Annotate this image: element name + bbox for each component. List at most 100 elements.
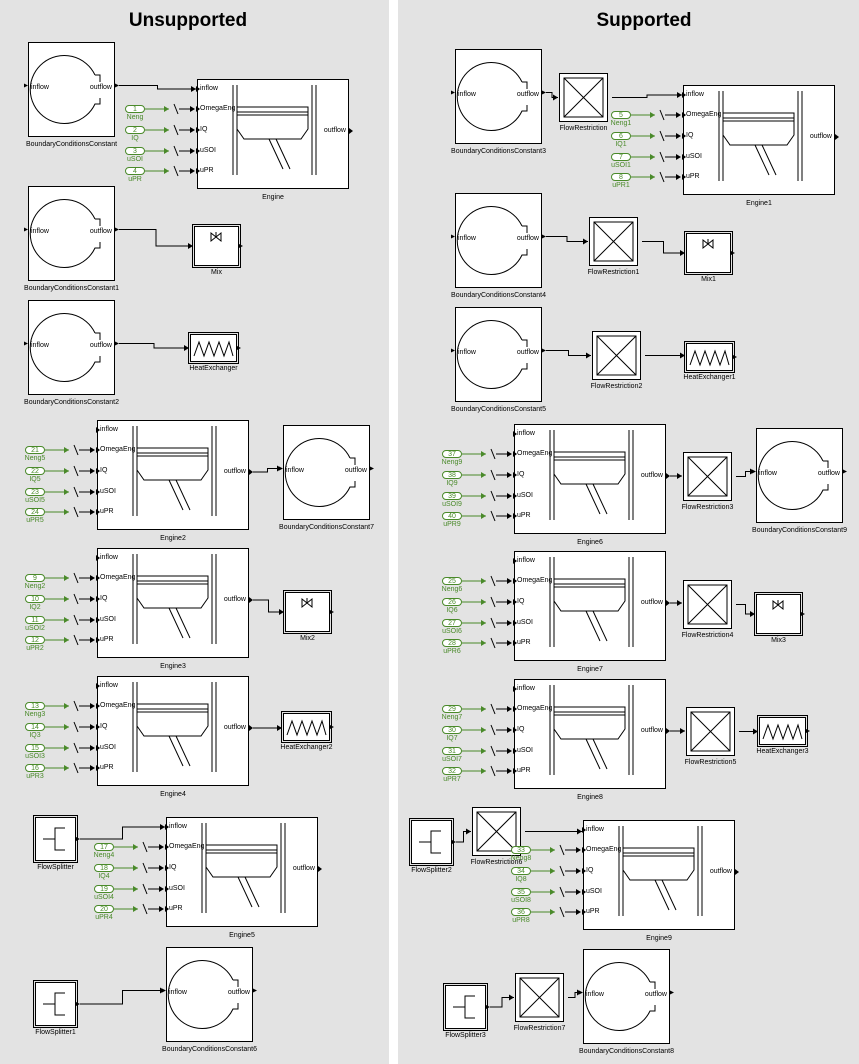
upr-port-label: uPR [517,512,531,519]
signal-arrow [481,599,486,605]
signal-arrow [650,154,655,160]
conversion-tick [490,765,496,777]
engine-3-block: inflow OmegaEng IQ uSOI uPR outflow [96,548,253,658]
inflow-port-label: inflow [31,83,49,91]
outflow-port-label: outflow [640,727,663,734]
engine-3-name-label: Engine3 [160,663,186,670]
conversion-tick [73,486,79,498]
boundary-conditions-constant-3-name-label: BoundaryConditionsConstant3 [451,148,546,155]
usoi-port-label: uSOI [100,488,116,495]
iq-port-label: IQ [586,867,594,874]
outflow-port-label: outflow [223,468,246,475]
outflow-port-label: outflow [323,127,346,134]
flow-line-head [680,250,685,256]
input-signal-label: uPR5 [26,517,44,524]
boundary-conditions-constant-7-name-label: BoundaryConditionsConstant7 [279,524,374,531]
flow-restriction-icon [563,77,604,118]
outflow-port-label: outflow [516,348,539,356]
input-port-12: 12 [25,636,45,644]
signal-arrow [64,447,69,453]
flow-line [80,990,165,1005]
flow-restriction-2-block [592,331,641,380]
signal-arrow [159,865,164,871]
conversion-tick [490,724,496,736]
engine-name-label: Engine [262,194,284,201]
flow-line-head [188,243,193,249]
inflow-port-label: inflow [169,988,187,996]
inflow-port-label: inflow [100,426,118,433]
input-port-10: 10 [25,595,45,603]
signal-arrow [481,513,486,519]
flow-line [546,350,591,356]
input-port-7: 7 [611,153,631,161]
flow-restriction-3-block [683,452,732,501]
flow-line-head [753,728,758,735]
input-signal-label: uSOI9 [442,501,462,508]
iq-port-label: IQ [517,471,525,478]
signal-arrow [64,617,69,623]
flow-restriction-icon [687,584,728,625]
signal-arrow [90,637,95,643]
mix-1-name-label: Mix1 [701,276,716,283]
outflow-port-label: outflow [640,472,663,479]
upr-port-label: uPR [517,639,531,646]
engine-6-name-label: Engine6 [577,539,603,546]
input-signal-label: IQ7 [446,735,458,742]
input-port-18: 18 [94,864,114,872]
signal-arrow [550,909,555,915]
input-signal-label: uSOI3 [25,753,45,760]
signal-arrow [90,509,95,515]
boundary-conditions-constant-1-block: inflow outflow [24,186,119,281]
engine-2-block: inflow OmegaEng IQ uSOI uPR outflow [96,420,253,530]
conversion-tick [659,130,665,142]
flow-restriction-icon [690,711,731,752]
omega-eng-port-label: OmegaEng [686,111,722,118]
signal-arrow [64,509,69,515]
signal-arrow [481,748,486,754]
input-signal-label: uPR8 [512,917,530,924]
signal-arrow [164,148,169,154]
signal-arrow [190,106,195,112]
signal-arrow [481,578,486,584]
flow-line [612,94,682,98]
inflow-port-label: inflow [169,823,187,830]
input-signal-label: Neng4 [93,852,115,859]
input-port-13: 13 [25,702,45,710]
input-signal-label: IQ5 [29,476,41,483]
outflow-port-label: outflow [809,133,832,140]
conversion-tick [490,510,496,522]
input-port-30: 30 [442,726,462,734]
signal-arrow [90,596,95,602]
signal-arrow [481,768,486,774]
iq-port-label: IQ [517,598,525,605]
inflow-port-label: inflow [458,90,476,98]
inflow-port-label: inflow [517,430,535,437]
input-port-4: 4 [125,167,145,175]
input-signal-label: IQ6 [446,607,458,614]
flow-restriction-7-block [515,973,564,1022]
usoi-port-label: uSOI [100,616,116,623]
input-signal-label: uSOI4 [94,894,114,901]
outflow-port-label: outflow [516,234,539,242]
signal-arrow [507,768,512,774]
engine-block: inflow OmegaEng IQ uSOI uPR outflow [196,79,353,189]
input-signal-label: IQ8 [515,876,527,883]
boundary-conditions-constant-5-block: inflow outflow [451,307,546,402]
heat-exchanger-1-name-label: HeatExchanger1 [683,374,736,381]
conversion-tick [73,506,79,518]
flow-line-head [279,609,284,615]
conversion-tick [142,903,148,915]
signal-arrow [481,620,486,626]
input-port-1: 1 [125,105,145,113]
input-port-14: 14 [25,723,45,731]
conversion-tick [73,634,79,646]
signal-arrow [90,617,95,623]
inflow-port-label: inflow [100,682,118,689]
input-port-39: 39 [442,492,462,500]
heat-exchanger-2-name-label: HeatExchanger2 [280,744,333,751]
signal-arrow [481,493,486,499]
signal-arrow [164,106,169,112]
conversion-tick [142,841,148,853]
flow-line-head [750,611,755,617]
conversion-tick [73,465,79,477]
